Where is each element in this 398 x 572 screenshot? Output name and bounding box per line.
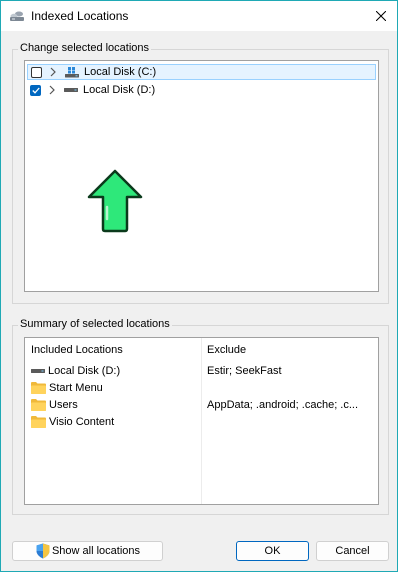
shield-icon	[36, 543, 50, 559]
column-divider	[201, 338, 202, 504]
included-row-start-menu: Start Menu	[31, 380, 103, 396]
folder-icon	[31, 416, 46, 428]
close-button[interactable]	[365, 1, 397, 31]
included-label: Users	[49, 399, 78, 411]
show-all-locations-button[interactable]: Show all locations	[12, 541, 163, 561]
cancel-button[interactable]: Cancel	[316, 541, 389, 561]
exclude-value-users: AppData; .android; .cache; .c...	[207, 399, 359, 411]
expand-chevron-icon[interactable]	[50, 67, 56, 77]
expand-chevron-icon[interactable]	[49, 85, 55, 95]
change-locations-label: Change selected locations	[18, 42, 152, 54]
included-locations-header: Included Locations	[31, 344, 123, 356]
close-icon	[376, 11, 386, 21]
summary-group: Summary of selected locations Included L…	[12, 318, 389, 515]
ok-button[interactable]: OK	[236, 541, 309, 561]
indexing-options-icon	[10, 11, 24, 21]
d-drive-label: Local Disk (D:)	[83, 84, 156, 96]
summary-label: Summary of selected locations	[18, 318, 172, 330]
folder-icon	[31, 382, 46, 394]
included-row-visio-content: Visio Content	[31, 414, 114, 430]
c-drive-label: Local Disk (C:)	[84, 66, 157, 78]
included-row-d-drive: Local Disk (D:)	[31, 363, 120, 379]
show-all-locations-label: Show all locations	[51, 545, 141, 557]
checkmark-icon	[31, 87, 40, 94]
tree-item-d-drive[interactable]: Local Disk (D:)	[27, 82, 376, 98]
folder-icon	[31, 399, 46, 411]
c-drive-checkbox[interactable]	[31, 66, 42, 78]
tree-item-c-drive[interactable]: Local Disk (C:)	[27, 64, 376, 80]
windows-drive-icon	[65, 66, 79, 77]
locations-tree[interactable]: Local Disk (C:) Local Disk (D:)	[24, 60, 379, 292]
indexed-locations-dialog: Indexed Locations Change selected locati…	[0, 0, 398, 572]
title-bar: Indexed Locations	[1, 1, 397, 31]
cancel-label: Cancel	[335, 545, 370, 557]
included-label: Start Menu	[49, 382, 103, 394]
green-up-arrow-icon	[87, 169, 143, 233]
change-locations-group: Change selected locations Local Disk (C:…	[12, 42, 389, 304]
window-title: Indexed Locations	[31, 9, 129, 23]
included-row-users: Users	[31, 397, 78, 413]
d-drive-checkbox[interactable]	[30, 84, 41, 96]
ok-label: OK	[264, 545, 281, 557]
included-label: Local Disk (D:)	[48, 365, 121, 377]
exclude-value-d-drive: Estir; SeekFast	[207, 365, 282, 377]
included-label: Visio Content	[49, 416, 115, 428]
drive-icon	[64, 85, 78, 95]
exclude-header: Exclude	[207, 344, 247, 356]
summary-list: Included Locations Exclude Local Disk (D…	[24, 337, 379, 505]
drive-icon	[31, 369, 45, 373]
